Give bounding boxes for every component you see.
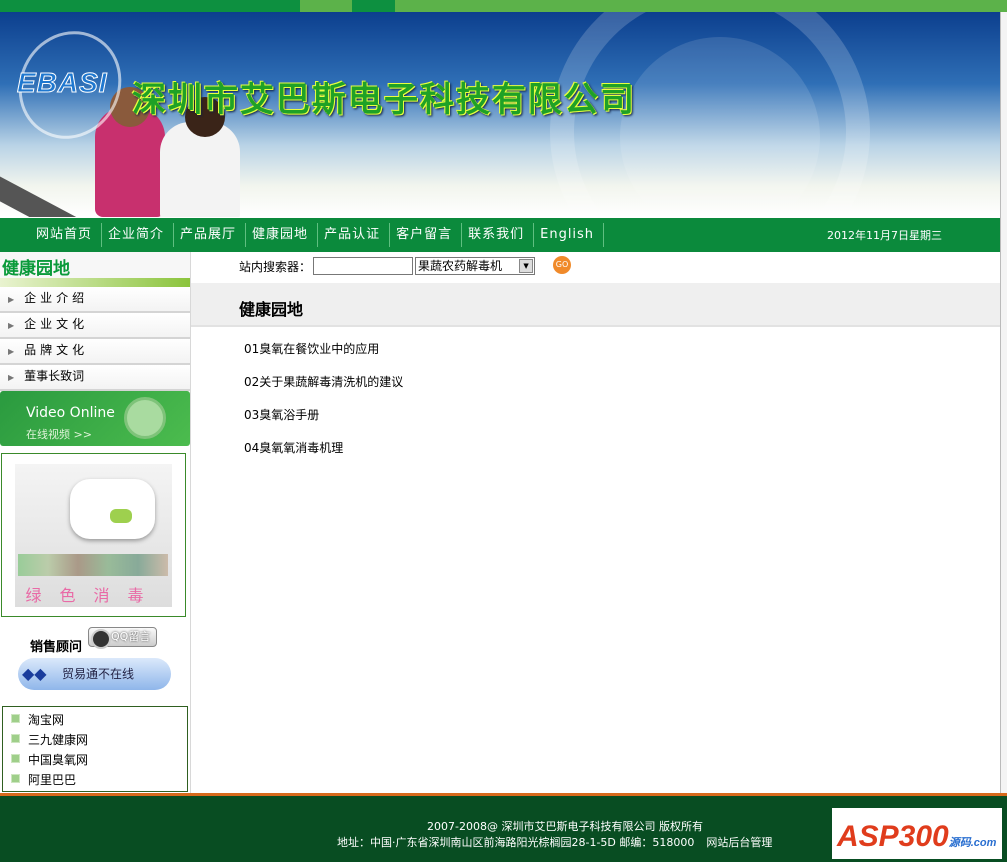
nav-products[interactable]: 产品展厅	[174, 223, 247, 247]
main-nav: 网站首页 企业简介 产品展厅 健康园地 产品认证 客户留言 联系我们 Engli…	[0, 218, 1000, 252]
address-line: 地址：中国·广东省深圳南山区前海路阳光棕榈园28-1-5D 邮编：518000 网…	[337, 834, 772, 850]
search-input[interactable]	[313, 257, 414, 275]
current-date: 2012年11月7日星期三	[827, 229, 942, 242]
link-ozone[interactable]: 中国臭氧网	[11, 750, 187, 770]
site-search: 站内搜索器： 果蔬农药解毒机 ▼	[239, 257, 536, 275]
nav-about[interactable]: 企业简介	[102, 223, 175, 247]
go-button[interactable]: GO	[553, 256, 571, 274]
product-caption: 绿色消毒	[25, 586, 162, 605]
article-link[interactable]: 03臭氧浴手册	[244, 406, 319, 423]
video-online-banner[interactable]: Video Online 在线视频 >>	[0, 391, 190, 446]
address: 地址：中国·广东省深圳南山区前海路阳光棕榈园28-1-5D 邮编：518000	[337, 836, 695, 849]
chevron-down-icon: ▼	[519, 259, 534, 273]
badge-suffix: 源码.com	[948, 837, 997, 849]
sidebar-item-intro[interactable]: ▶ 企业介绍	[0, 287, 190, 313]
sidebar-menu: ▶ 企业介绍 ▶ 企业文化 ▶ 品牌文化 ▶ 董事长致词	[0, 287, 190, 391]
nav-contact[interactable]: 联系我们	[462, 223, 535, 247]
article-link[interactable]: 02关于果蔬解毒清洗机的建议	[244, 373, 403, 390]
scrollbar[interactable]	[1000, 12, 1007, 795]
sidebar-divider	[0, 278, 190, 287]
admin-link[interactable]: 网站后台管理	[706, 836, 772, 849]
sidebar-item-label: 企业文化	[24, 317, 89, 331]
page-title-bar: 健康园地	[191, 283, 1000, 327]
copyright: 2007-2008@ 深圳市艾巴斯电子科技有限公司 版权所有	[427, 820, 703, 833]
link-taobao[interactable]: 淘宝网	[11, 710, 187, 730]
sales-consultant: 销售顾问 QQ留言 贸易通不在线	[0, 624, 190, 694]
selected-category: 果蔬农药解毒机	[418, 259, 503, 273]
sidebar-title: 健康园地	[0, 252, 190, 279]
nav-home[interactable]: 网站首页	[30, 223, 103, 247]
nav-guestbook[interactable]: 客户留言	[390, 223, 463, 247]
product-image-box: 绿色消毒	[1, 453, 186, 617]
search-category-select[interactable]: 果蔬农药解毒机 ▼	[415, 257, 536, 275]
film-reel-icon	[124, 397, 166, 439]
link-39health[interactable]: 三九健康网	[11, 730, 187, 750]
asp300-logo[interactable]: ASP300源码.com	[832, 808, 1002, 859]
nav-health[interactable]: 健康园地	[246, 223, 319, 247]
top-bar	[0, 0, 1007, 12]
sidebar-item-brand[interactable]: ▶ 品牌文化	[0, 339, 190, 365]
arrow-icon: ▶	[8, 373, 15, 382]
sidebar: 健康园地 ▶ 企业介绍 ▶ 企业文化 ▶ 品牌文化 ▶ 董事长致词 Video Onli…	[0, 252, 191, 793]
header-banner: EBASI 深圳市艾巴斯电子科技有限公司	[0, 12, 1000, 217]
nav-english[interactable]: English	[534, 223, 605, 247]
article-link[interactable]: 01臭氧在餐饮业中的应用	[244, 340, 379, 357]
article-link[interactable]: 04臭氧氧消毒机理	[244, 439, 343, 456]
trade-status-button[interactable]: 贸易通不在线	[18, 658, 171, 690]
friend-links: 淘宝网 三九健康网 中国臭氧网 阿里巴巴	[2, 706, 188, 792]
video-subtitle: 在线视频 >>	[26, 428, 92, 441]
badge-text: ASP300	[837, 820, 949, 853]
search-label: 站内搜索器：	[239, 259, 312, 274]
arrow-icon: ▶	[8, 321, 15, 330]
company-name: 深圳市艾巴斯电子科技有限公司	[132, 80, 636, 120]
qq-message-button[interactable]: QQ留言	[88, 627, 157, 649]
main-content: 站内搜索器： 果蔬农药解毒机 ▼ GO 健康园地 01臭氧在餐饮业中的应用 02关…	[191, 252, 1000, 793]
product-image[interactable]: 绿色消毒	[15, 464, 172, 607]
arrow-icon: ▶	[8, 295, 15, 304]
sales-label: 销售顾问	[30, 640, 83, 655]
video-title: Video Online	[26, 405, 115, 421]
sidebar-item-label: 企业介绍	[24, 291, 89, 305]
sidebar-item-label: 董事长致词	[24, 369, 85, 383]
link-alibaba[interactable]: 阿里巴巴	[11, 770, 187, 790]
footer: 2007-2008@ 深圳市艾巴斯电子科技有限公司 版权所有 地址：中国·广东省…	[0, 793, 1007, 862]
sidebar-item-label: 品牌文化	[24, 343, 89, 357]
sidebar-item-chairman[interactable]: ▶ 董事长致词	[0, 365, 190, 391]
logo: EBASI	[17, 67, 108, 99]
arrow-icon: ▶	[8, 347, 15, 356]
sidebar-item-culture[interactable]: ▶ 企业文化	[0, 313, 190, 339]
nav-certification[interactable]: 产品认证	[318, 223, 391, 247]
page-title: 健康园地	[239, 300, 304, 319]
